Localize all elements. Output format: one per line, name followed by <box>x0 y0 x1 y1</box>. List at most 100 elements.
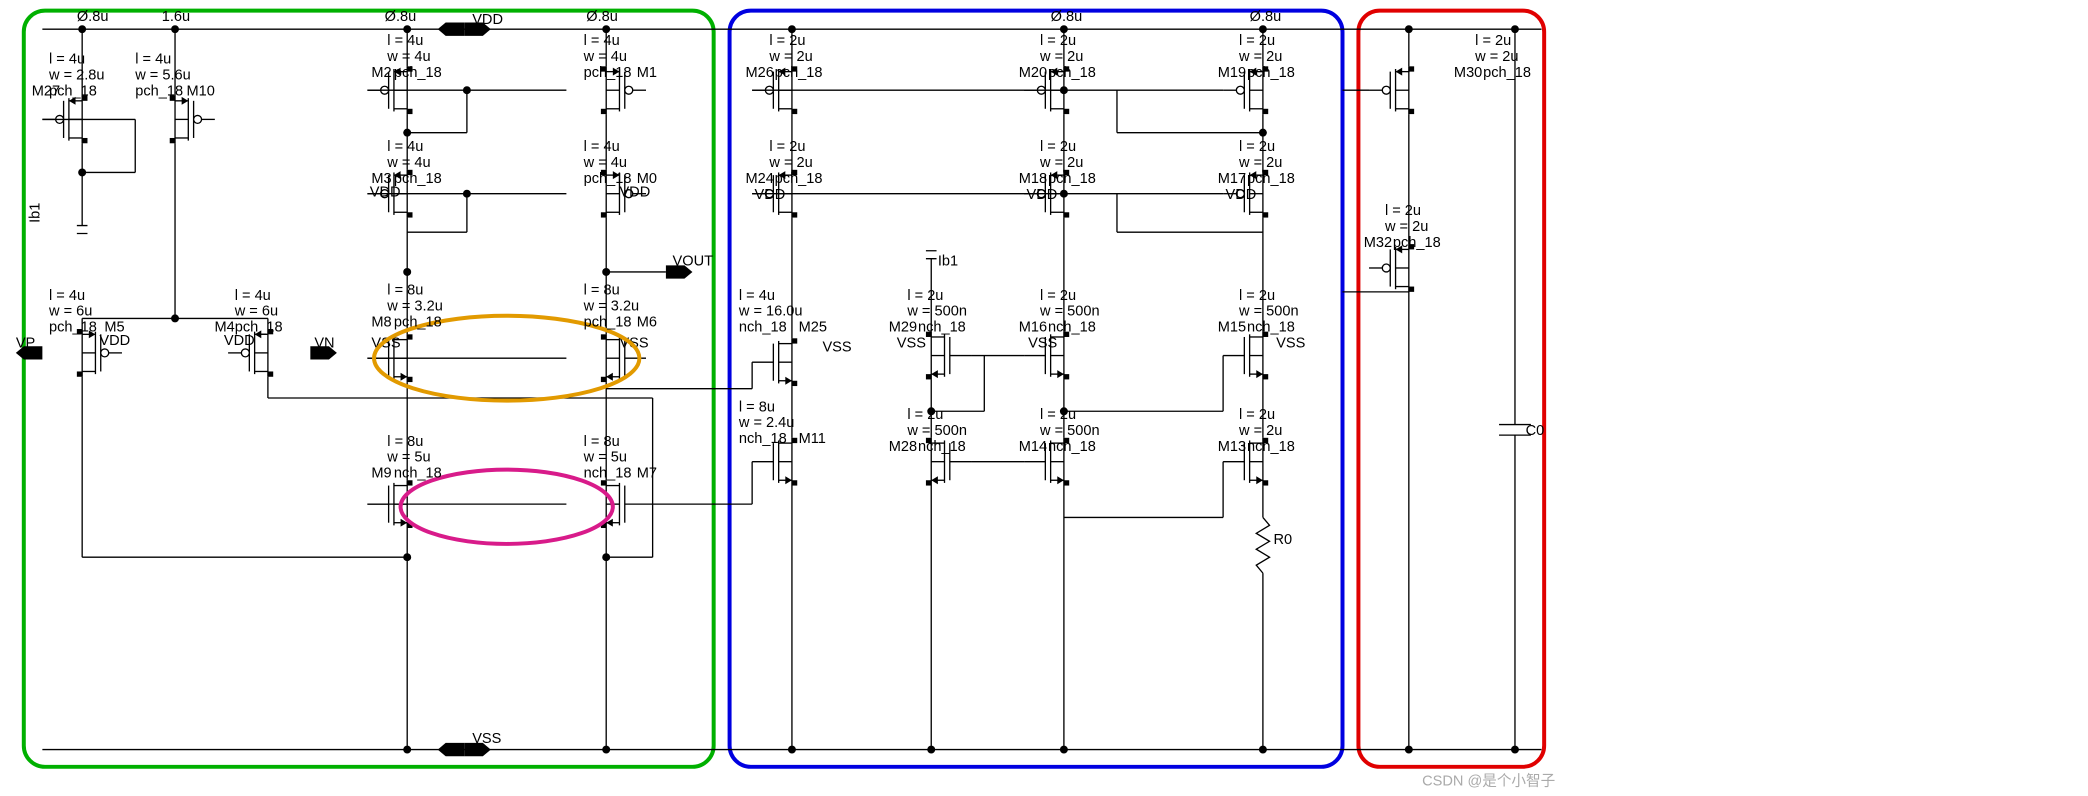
tx-M6-text: l = 8uw = 3.2u pch_18M6 <box>583 283 657 331</box>
svg-text:l = 4u: l = 4u <box>135 52 171 68</box>
dim-2: 1.6u <box>162 9 190 25</box>
svg-text:l = 8u: l = 8u <box>387 283 423 299</box>
svg-text:pch_18: pch_18 <box>775 171 823 187</box>
svg-text:M11: M11 <box>799 431 826 447</box>
svg-text:pch_18: pch_18 <box>49 320 97 336</box>
svg-text:M7: M7 <box>637 466 657 482</box>
svg-text:w = 4u: w = 4u <box>386 155 430 171</box>
tx-M26-text: l = 2uw = 2uM26pch_18 <box>746 33 823 81</box>
svg-text:l = 2u: l = 2u <box>1385 203 1421 219</box>
svg-text:VSS: VSS <box>822 340 851 356</box>
stage-blue-box <box>730 11 1343 767</box>
svg-text:l = 2u: l = 2u <box>1239 288 1275 304</box>
svg-text:w = 2u: w = 2u <box>768 155 812 171</box>
vss-label: VSS <box>472 731 501 747</box>
svg-text:M14: M14 <box>1019 439 1047 455</box>
vdd-label: VDD <box>472 12 503 28</box>
svg-text:M20: M20 <box>1019 65 1047 81</box>
tx-M30-text: l = 2uw = 2uM30pch_18 <box>1454 33 1531 81</box>
watermark: CSDN @是个小智子 <box>1422 772 1555 789</box>
svg-text:w = 2u: w = 2u <box>1039 155 1083 171</box>
svg-text:l = 8u: l = 8u <box>584 283 620 299</box>
svg-text:pch_18: pch_18 <box>1048 171 1096 187</box>
dim-5: Ø.8u <box>1051 9 1083 25</box>
svg-text:l = 2u: l = 2u <box>1040 33 1076 49</box>
svg-text:M32: M32 <box>1364 235 1392 251</box>
stage-red-box <box>1358 11 1544 767</box>
tx-M2-text: l = 4uw = 4u M2pch_18 <box>371 33 441 81</box>
svg-text:M17: M17 <box>1218 171 1246 187</box>
svg-text:w = 2u: w = 2u <box>1474 49 1518 65</box>
svg-text:VSS: VSS <box>1276 336 1305 352</box>
tx-M0-text: l = 4uw = 4u pch_18M0 <box>583 139 657 187</box>
svg-text:pch_18: pch_18 <box>394 65 442 81</box>
svg-text:M1: M1 <box>637 65 657 81</box>
svg-text:l = 4u: l = 4u <box>49 288 85 304</box>
tx-M13-text: l = 2uw = 2uM13nch_18 <box>1218 407 1295 455</box>
svg-text:l = 2u: l = 2u <box>1040 139 1076 155</box>
svg-text:VDD: VDD <box>755 187 786 203</box>
svg-text:pch_18: pch_18 <box>235 320 283 336</box>
svg-text:w = 5u: w = 5u <box>583 450 627 466</box>
tx-M32 <box>1369 244 1414 292</box>
tx-M20-text: l = 2uw = 2uM20pch_18 <box>1019 33 1096 81</box>
svg-text:w = 500n: w = 500n <box>906 304 967 320</box>
tx-M19-text: l = 2uw = 2uM19pch_18 <box>1218 33 1295 81</box>
svg-text:pch_18: pch_18 <box>1048 65 1096 81</box>
tx-M25-text: l = 4uw = 16.0unch_18M25 <box>738 288 827 336</box>
svg-text:M26: M26 <box>746 65 774 81</box>
svg-text:nch_18: nch_18 <box>918 320 966 336</box>
tx-M29 <box>926 332 971 380</box>
tx-M10 <box>170 96 215 144</box>
svg-text:M8: M8 <box>371 314 391 330</box>
svg-text:M29: M29 <box>889 320 917 336</box>
svg-text:pch_18: pch_18 <box>1247 65 1295 81</box>
svg-text:nch_18: nch_18 <box>739 320 787 336</box>
svg-text:pch_18: pch_18 <box>1247 171 1295 187</box>
tx-M3-text: l = 4uw = 4u M3pch_18 <box>371 139 441 187</box>
svg-text:w = 4u: w = 4u <box>386 49 430 65</box>
tx-M4-text: l = 4u w = 6u pch_18 M4 <box>214 288 282 336</box>
svg-text:w = 2.4u: w = 2.4u <box>738 415 795 431</box>
svg-text:l = 2u: l = 2u <box>1040 407 1076 423</box>
svg-text:M5: M5 <box>104 320 124 336</box>
svg-text:l = 4u: l = 4u <box>387 139 423 155</box>
svg-text:M10: M10 <box>186 84 214 100</box>
tx-M28-text: l = 2uw = 500nM28nch_18 <box>889 407 967 455</box>
svg-text:w = 4u: w = 4u <box>583 155 627 171</box>
svg-text:VSS: VSS <box>1028 336 1057 352</box>
tx-M17-text: l = 2uw = 2uM17pch_18 <box>1218 139 1295 187</box>
svg-text:pch_18: pch_18 <box>1483 65 1531 81</box>
tx-M24-text: l = 2uw = 2uM24pch_18 <box>746 139 823 187</box>
svg-text:l = 2u: l = 2u <box>907 288 943 304</box>
svg-text:M0: M0 <box>637 171 657 187</box>
svg-text:w = 2.8u: w = 2.8u <box>48 68 105 84</box>
svg-text:M15: M15 <box>1218 320 1246 336</box>
svg-text:nch_18: nch_18 <box>584 466 632 482</box>
svg-text:M6: M6 <box>637 314 657 330</box>
svg-text:nch_18: nch_18 <box>1247 320 1295 336</box>
svg-text:nch_18: nch_18 <box>1048 320 1096 336</box>
svg-text:l = 4u: l = 4u <box>584 33 620 49</box>
svg-text:pch_18: pch_18 <box>584 65 632 81</box>
tx-M14-text: l = 2uw = 500nM14nch_18 <box>1019 407 1100 455</box>
svg-text:l = 2u: l = 2u <box>1239 407 1275 423</box>
svg-text:nch_18: nch_18 <box>918 439 966 455</box>
svg-text:l = 4u: l = 4u <box>584 139 620 155</box>
vout-label: VOUT <box>673 253 714 269</box>
svg-text:w = 2u: w = 2u <box>1238 423 1282 439</box>
tx-M11-text: l = 8uw = 2.4unch_18M11 <box>738 399 826 447</box>
svg-text:nch_18: nch_18 <box>739 431 787 447</box>
svg-text:w = 3.2u: w = 3.2u <box>386 298 443 314</box>
svg-text:M13: M13 <box>1218 439 1246 455</box>
svg-text:l = 4u: l = 4u <box>235 288 271 304</box>
svg-text:M30: M30 <box>1454 65 1482 81</box>
svg-text:l = 4u: l = 4u <box>387 33 423 49</box>
dim-1: Ø.8u <box>77 9 109 25</box>
svg-text:l = 2u: l = 2u <box>1040 288 1076 304</box>
resistor-R0 <box>1256 517 1269 573</box>
svg-text:w = 16.0u: w = 16.0u <box>738 304 803 320</box>
tx-M5-text: l = 4u w = 6u pch_18 M5 <box>48 288 125 336</box>
svg-text:w = 2u: w = 2u <box>768 49 812 65</box>
ib1-label-1: Ib1 <box>28 203 44 223</box>
